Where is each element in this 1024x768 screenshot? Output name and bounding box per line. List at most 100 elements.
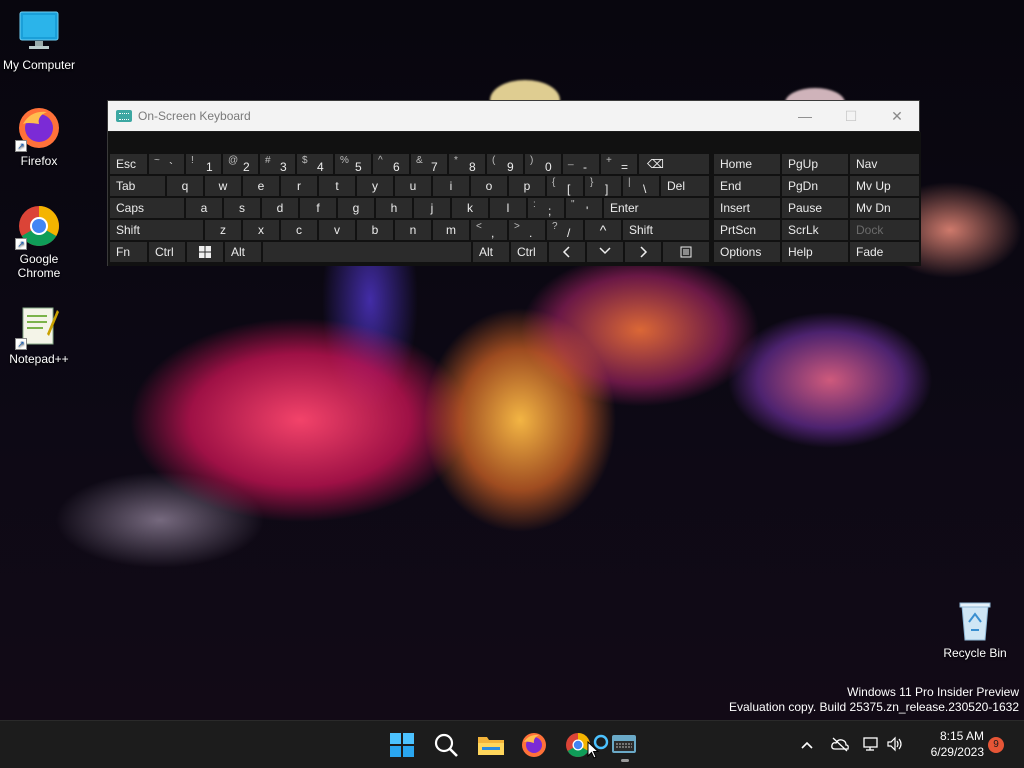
key-mv-dn[interactable]: Mv Dn: [850, 198, 919, 218]
key-mv-up[interactable]: Mv Up: [850, 176, 919, 196]
key-u[interactable]: u: [395, 176, 431, 196]
key-right-arrow[interactable]: [625, 242, 661, 262]
key-pgup[interactable]: PgUp: [782, 154, 848, 174]
window-titlebar[interactable]: On-Screen Keyboard — ☐ ✕: [108, 101, 919, 131]
key-semicolon[interactable]: :;: [528, 198, 564, 218]
key-x[interactable]: x: [243, 220, 279, 240]
key-2[interactable]: @2: [223, 154, 258, 174]
key-help[interactable]: Help: [782, 242, 848, 262]
key-quote[interactable]: " ': [566, 198, 602, 218]
key-del[interactable]: Del: [661, 176, 709, 196]
key-home[interactable]: Home: [714, 154, 780, 174]
key-scrlk[interactable]: ScrLk: [782, 220, 848, 240]
key-backslash[interactable]: | \: [623, 176, 659, 196]
key-j[interactable]: j: [414, 198, 450, 218]
key-dock[interactable]: Dock: [850, 220, 919, 240]
key-equals[interactable]: + =: [601, 154, 637, 174]
key-1[interactable]: ! 1: [186, 154, 221, 174]
osk-taskbar-button[interactable]: [611, 731, 639, 762]
key-8[interactable]: * 8: [449, 154, 485, 174]
desktop-icon-notepad-plus-plus[interactable]: ↗ Notepad++: [0, 304, 78, 366]
key-m[interactable]: m: [433, 220, 469, 240]
start-button[interactable]: [389, 731, 417, 759]
minimize-button[interactable]: —: [782, 101, 828, 131]
key-end[interactable]: End: [714, 176, 780, 196]
clock-button[interactable]: 8:15 AM 6/29/2023: [914, 728, 984, 762]
key-f[interactable]: f: [300, 198, 336, 218]
key-fade[interactable]: Fade: [850, 242, 919, 262]
key-s[interactable]: s: [224, 198, 260, 218]
key-windows[interactable]: [187, 242, 223, 262]
key-o[interactable]: o: [471, 176, 507, 196]
key-q[interactable]: q: [167, 176, 203, 196]
search-button[interactable]: [433, 731, 461, 759]
key-p[interactable]: p: [509, 176, 545, 196]
key-options[interactable]: Options: [714, 242, 780, 262]
key-esc[interactable]: Esc: [110, 154, 147, 174]
key-v[interactable]: v: [319, 220, 355, 240]
key-k[interactable]: k: [452, 198, 488, 218]
key-b[interactable]: b: [357, 220, 393, 240]
firefox-taskbar-button[interactable]: [521, 731, 549, 759]
close-button[interactable]: ✕: [874, 101, 920, 131]
key-ctrl-right[interactable]: Ctrl: [511, 242, 547, 262]
key-slash[interactable]: ? /: [547, 220, 583, 240]
key-right-bracket[interactable]: }]: [585, 176, 621, 196]
key-4[interactable]: $4: [297, 154, 333, 174]
network-status-button[interactable]: [862, 736, 882, 754]
key-pgdn[interactable]: PgDn: [782, 176, 848, 196]
key-i[interactable]: i: [433, 176, 469, 196]
key-left-bracket[interactable]: {[: [547, 176, 583, 196]
key-w[interactable]: w: [205, 176, 241, 196]
key-e[interactable]: e: [243, 176, 279, 196]
key-comma[interactable]: <,: [471, 220, 507, 240]
maximize-button[interactable]: ☐: [828, 101, 874, 131]
desktop-icon-recycle-bin[interactable]: Recycle Bin: [936, 598, 1014, 660]
key-r[interactable]: r: [281, 176, 317, 196]
notification-badge[interactable]: 9: [988, 737, 1004, 753]
key-alt-left[interactable]: Alt: [225, 242, 261, 262]
key-ctrl-left[interactable]: Ctrl: [149, 242, 185, 262]
key-pause[interactable]: Pause: [782, 198, 848, 218]
key-shift-right[interactable]: Shift: [623, 220, 709, 240]
key-prtscn[interactable]: PrtScn: [714, 220, 780, 240]
key-g[interactable]: g: [338, 198, 374, 218]
key-left-arrow[interactable]: [549, 242, 585, 262]
show-hidden-icons-button[interactable]: [800, 737, 818, 753]
key-insert[interactable]: Insert: [714, 198, 780, 218]
key-c[interactable]: c: [281, 220, 317, 240]
key-space[interactable]: [263, 242, 471, 262]
key-period[interactable]: >.: [509, 220, 545, 240]
key-6[interactable]: ^ 6: [373, 154, 409, 174]
key-t[interactable]: t: [319, 176, 355, 196]
key-backspace[interactable]: ⌫: [639, 154, 709, 174]
key-0[interactable]: ) 0: [525, 154, 561, 174]
volume-button[interactable]: [886, 736, 906, 754]
key-n[interactable]: n: [395, 220, 431, 240]
key-5[interactable]: % 5: [335, 154, 371, 174]
key-alt-right[interactable]: Alt: [473, 242, 509, 262]
key-h[interactable]: h: [376, 198, 412, 218]
key-minus[interactable]: _ -: [563, 154, 599, 174]
desktop-icon-google-chrome[interactable]: ↗ Google Chrome: [0, 204, 78, 280]
key-caps[interactable]: Caps: [110, 198, 184, 218]
key-enter[interactable]: Enter: [604, 198, 709, 218]
key-l[interactable]: l: [490, 198, 526, 218]
key-backtick[interactable]: ~ `: [149, 154, 184, 174]
key-y[interactable]: y: [357, 176, 393, 196]
onedrive-status-button[interactable]: [830, 736, 852, 754]
key-d[interactable]: d: [262, 198, 298, 218]
desktop-icon-my-computer[interactable]: My Computer: [0, 10, 78, 72]
key-3[interactable]: #3: [260, 154, 295, 174]
key-shift-left[interactable]: Shift: [110, 220, 203, 240]
key-a[interactable]: a: [186, 198, 222, 218]
key-down-arrow[interactable]: [587, 242, 623, 262]
key-up-arrow[interactable]: ^: [585, 220, 621, 240]
key-menu[interactable]: [663, 242, 709, 262]
key-z[interactable]: z: [205, 220, 241, 240]
key-9[interactable]: (9: [487, 154, 523, 174]
file-explorer-button[interactable]: [477, 731, 505, 759]
key-tab[interactable]: Tab: [110, 176, 165, 196]
key-nav[interactable]: Nav: [850, 154, 919, 174]
desktop-icon-firefox[interactable]: ↗ Firefox: [0, 106, 78, 168]
